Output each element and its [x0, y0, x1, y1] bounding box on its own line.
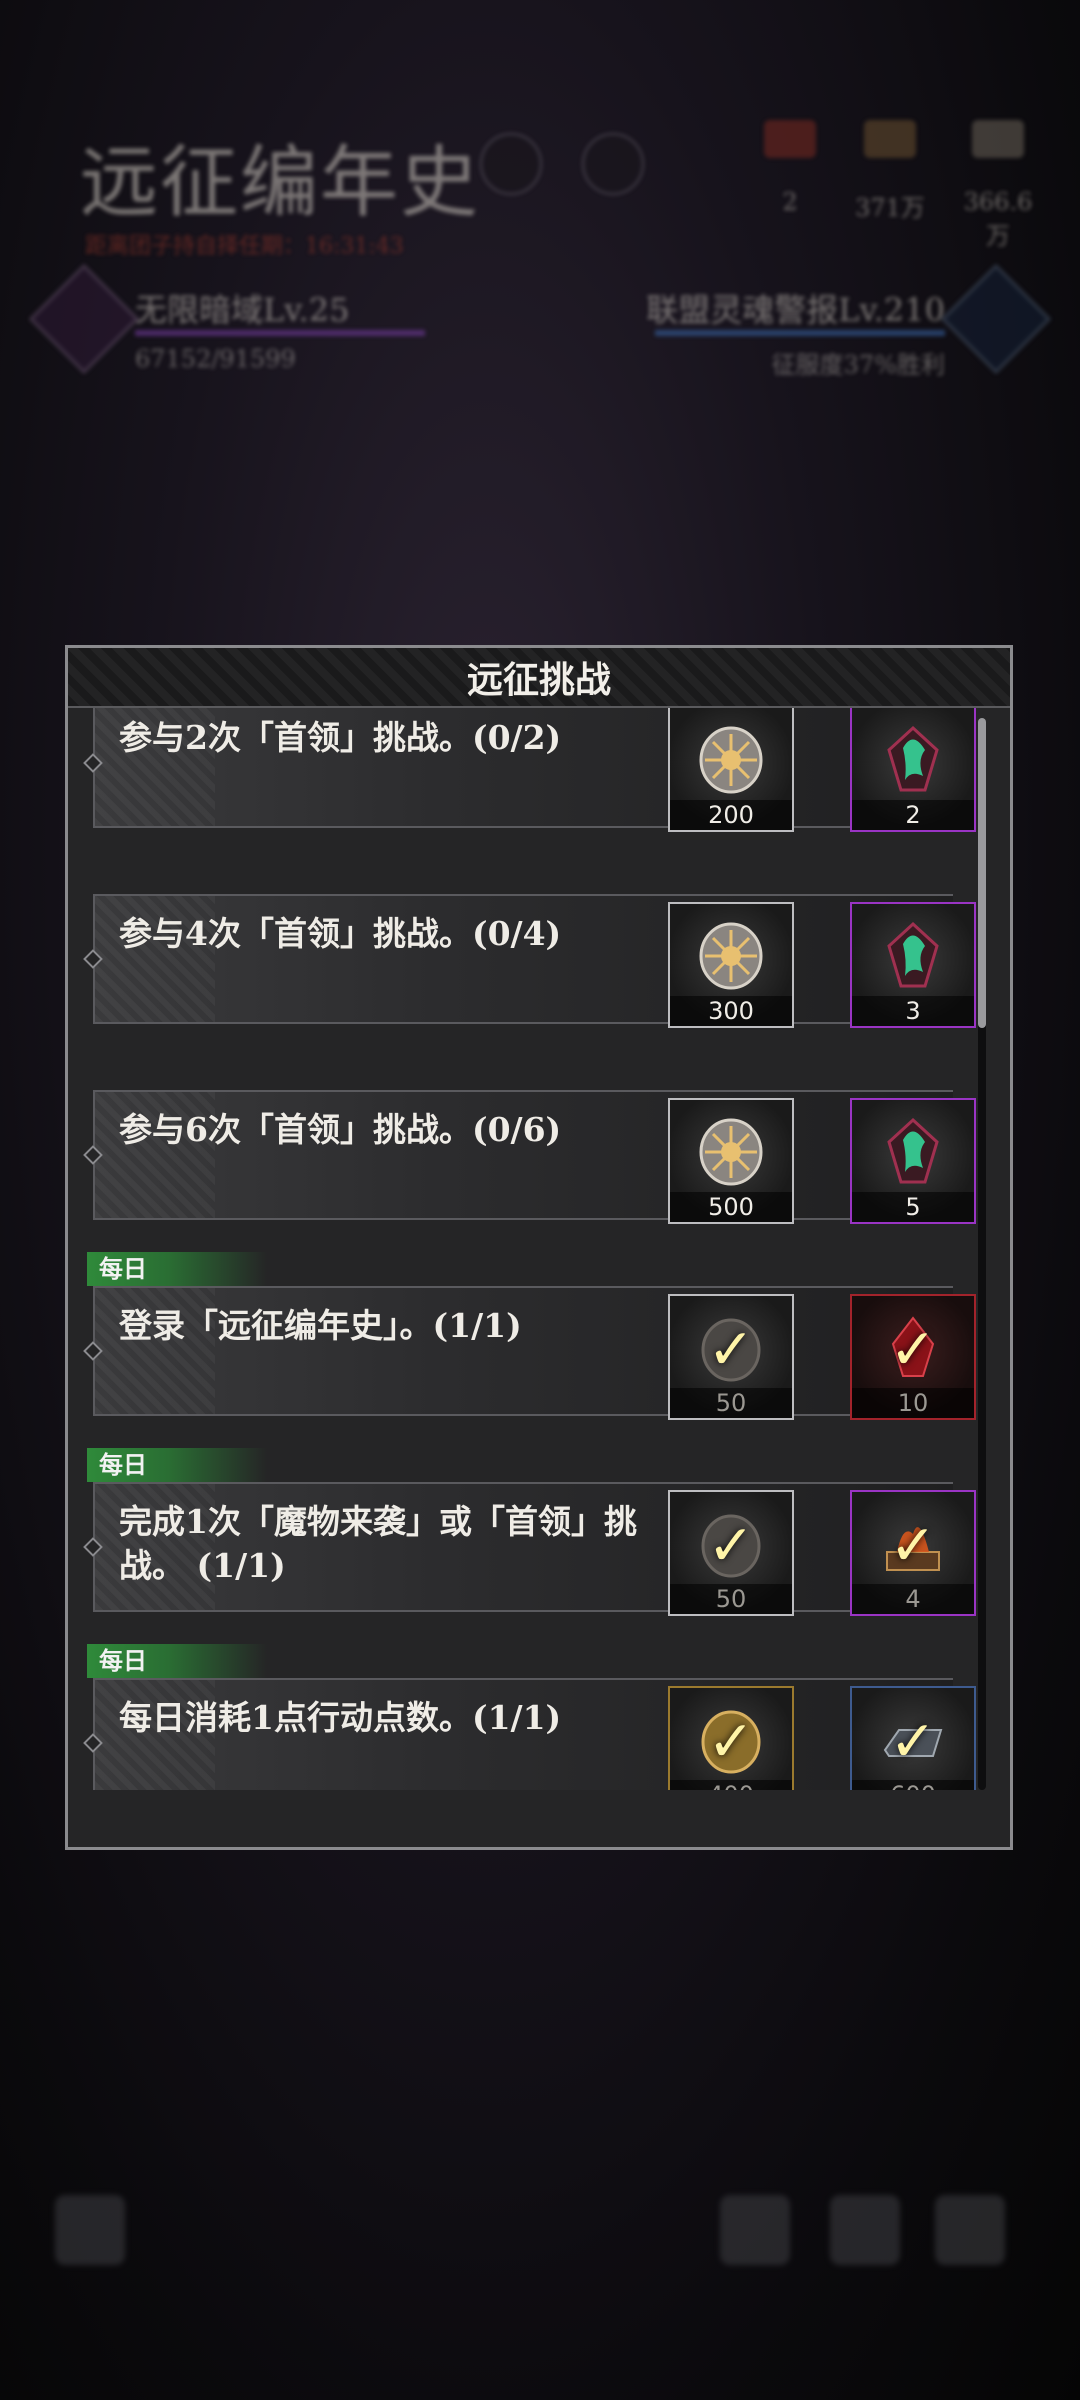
team-icon[interactable]: [720, 2195, 790, 2265]
task-description: 参与4次「首领」挑战。(0/4): [119, 914, 562, 953]
reward-slot[interactable]: ✓ 50: [668, 1294, 794, 1420]
task-description: 每日消耗1点行动点数。(1/1): [119, 1698, 562, 1737]
reward-slot[interactable]: ✓ 4: [850, 1490, 976, 1616]
task-row: 参与4次「首领」挑战。(0/4) 300 3: [83, 894, 976, 1028]
checkmark-icon: ✓: [889, 1317, 937, 1383]
search-icon[interactable]: [480, 133, 542, 195]
task-description: 参与2次「首领」挑战。(0/2): [119, 718, 562, 757]
reward-count: 600: [852, 1780, 974, 1790]
task-row: 每日 完成1次「魔物来袭」或「首领」挑战。 (1/1) ✓ 50 ✓ 4: [83, 1448, 976, 1616]
green-soul-crest-icon: [873, 916, 953, 1000]
expedition-challenge-dialog: 远征挑战 参与2次「首领」挑战。(0/2) 200 2 参与4次「首领」挑战。(0/4…: [65, 645, 1013, 1850]
checkmark-icon: ✓: [707, 1513, 755, 1579]
silver-sun-coin-icon: [691, 720, 771, 804]
left-progress-bar: [135, 330, 425, 336]
page-title: 远征编年史: [80, 138, 481, 228]
reward-count: 50: [670, 1388, 792, 1418]
green-soul-crest-icon: [873, 1112, 953, 1196]
scroll-thumb[interactable]: [978, 718, 986, 1028]
right-sub-text: 征服度37%胜利: [771, 351, 945, 379]
resource-chest-value: 371万: [855, 194, 925, 222]
right-domain-name: 联盟灵魂警报Lv.210: [646, 291, 945, 329]
task-row: 参与2次「首领」挑战。(0/2) 200 2: [83, 708, 976, 832]
daily-badge: 每日: [87, 1644, 267, 1678]
reward-slot[interactable]: ✓ 50: [668, 1490, 794, 1616]
soul-flame-emblem-icon: [940, 263, 1052, 375]
silver-sun-coin-icon: [691, 916, 771, 1000]
hero-icon[interactable]: [830, 2195, 900, 2265]
reward-count: 4: [852, 1584, 974, 1614]
left-domain-name: 无限暗域Lv.25: [135, 291, 350, 329]
reward-slot[interactable]: 3: [850, 902, 976, 1028]
checkmark-icon: ✓: [889, 1513, 937, 1579]
task-row: 每日每日消耗1点行动点数。(1/1) ✓ 400 ✓ 600: [83, 1644, 976, 1790]
checkmark-icon: ✓: [889, 1709, 937, 1775]
left-progress-text: 67152/91599: [135, 345, 296, 373]
reward-slot[interactable]: 2: [850, 708, 976, 832]
task-description: 完成1次「魔物来袭」或「首领」挑战。 (1/1): [119, 1502, 637, 1585]
resource-chest: 371万: [850, 120, 930, 223]
dialog-title: 远征挑战: [68, 648, 1010, 708]
scrollbar[interactable]: [978, 718, 986, 1790]
daily-badge: 每日: [87, 1252, 267, 1286]
resource-ore: 366.6万: [958, 120, 1038, 251]
mount-icon[interactable]: [935, 2195, 1005, 2265]
resource-flag: 2: [750, 120, 830, 216]
book-icon[interactable]: [582, 133, 644, 195]
reward-slot[interactable]: 5: [850, 1098, 976, 1224]
reward-count: 500: [670, 1192, 792, 1222]
chest-icon: [864, 120, 916, 158]
reward-count: 10: [852, 1388, 974, 1418]
green-soul-crest-icon: [873, 720, 953, 804]
reward-count: 5: [852, 1192, 974, 1222]
task-row: 每日登录「远征编年史」。(1/1) ✓ 50 ✓ 10: [83, 1252, 976, 1420]
task-description: 登录「远征编年史」。(1/1): [119, 1306, 522, 1345]
right-progress-bar: [655, 330, 945, 336]
countdown-text: 距离团子持自择任期：16:31:43: [85, 234, 404, 259]
task-list[interactable]: 参与2次「首领」挑战。(0/2) 200 2 参与4次「首领」挑战。(0/4) 300 3…: [68, 708, 993, 1790]
checkmark-icon: ✓: [707, 1317, 755, 1383]
resource-flag-value: 2: [782, 188, 798, 216]
reward-slot[interactable]: ✓ 600: [850, 1686, 976, 1790]
reward-count: 50: [670, 1584, 792, 1614]
dark-domain-emblem-icon: [28, 263, 140, 375]
reward-slot[interactable]: 200: [668, 708, 794, 832]
ore-icon: [972, 120, 1024, 158]
reward-count: 2: [852, 800, 974, 830]
reward-count: 200: [670, 800, 792, 830]
flag-icon: [764, 120, 816, 158]
reward-slot[interactable]: ✓ 10: [850, 1294, 976, 1420]
reward-count: 3: [852, 996, 974, 1026]
task-row: 参与6次「首领」挑战。(0/6) 500 5: [83, 1090, 976, 1224]
back-icon[interactable]: [55, 2195, 125, 2265]
reward-slot[interactable]: 500: [668, 1098, 794, 1224]
reward-count: 400: [670, 1780, 792, 1790]
silver-sun-coin-icon: [691, 1112, 771, 1196]
daily-badge: 每日: [87, 1448, 267, 1482]
reward-slot[interactable]: ✓ 400: [668, 1686, 794, 1790]
reward-count: 300: [670, 996, 792, 1026]
reward-slot[interactable]: 300: [668, 902, 794, 1028]
task-description: 参与6次「首领」挑战。(0/6): [119, 1110, 562, 1149]
checkmark-icon: ✓: [707, 1709, 755, 1775]
resource-ore-value: 366.6万: [963, 188, 1033, 250]
